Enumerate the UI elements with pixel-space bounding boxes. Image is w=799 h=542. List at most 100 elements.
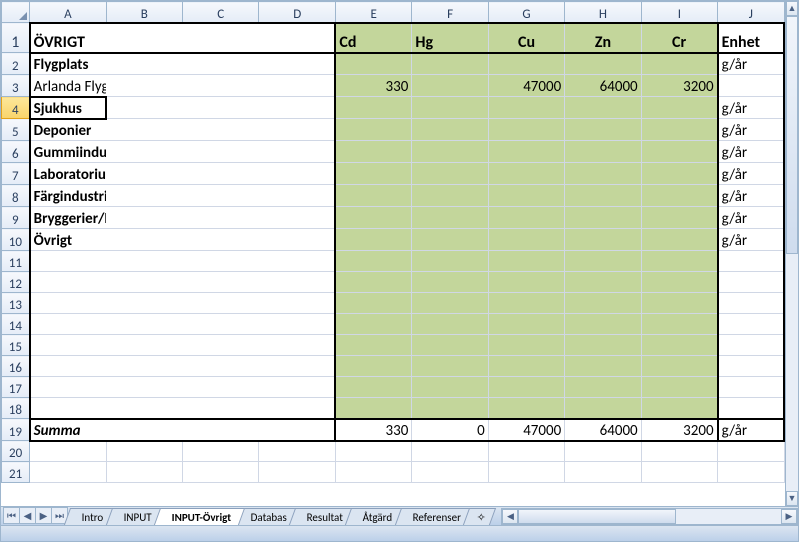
cell-J15[interactable] (718, 335, 784, 356)
new-sheet-button[interactable]: ✧ (463, 508, 496, 525)
cell-E6[interactable] (335, 141, 411, 163)
cell-B6[interactable] (106, 141, 182, 163)
cell-C2[interactable] (183, 53, 259, 75)
cell-B18[interactable] (106, 398, 182, 419)
cell-J9[interactable]: g/år (718, 207, 784, 229)
cell-G20[interactable] (488, 441, 564, 462)
cell-G18[interactable] (488, 398, 564, 419)
cell-F14[interactable] (412, 314, 488, 335)
cell-B15[interactable] (106, 335, 182, 356)
cell-H3[interactable]: 64000 (565, 75, 641, 97)
cell-E16[interactable] (335, 356, 411, 377)
tab-nav-first[interactable]: ⏮ (3, 507, 20, 524)
cell-I18[interactable] (641, 398, 717, 419)
cell-D3[interactable] (259, 75, 335, 97)
cell-F2[interactable] (412, 53, 488, 75)
cell-F9[interactable] (412, 207, 488, 229)
cell-E12[interactable] (335, 272, 411, 293)
colhdr-F[interactable]: F (412, 2, 488, 23)
cell-E21[interactable] (335, 462, 411, 483)
rowhdr-6[interactable]: 6 (2, 141, 30, 163)
cell-C8[interactable] (183, 185, 259, 207)
tab-nav-next[interactable]: ▶ (35, 507, 52, 524)
rowhdr-18[interactable]: 18 (2, 398, 30, 419)
cell-H2[interactable] (565, 53, 641, 75)
cell-C12[interactable] (183, 272, 259, 293)
cell-G11[interactable] (488, 251, 564, 272)
cell-J12[interactable] (718, 272, 784, 293)
cell-A14[interactable] (30, 314, 106, 335)
cell-H15[interactable] (565, 335, 641, 356)
cell-D9[interactable] (259, 207, 335, 229)
rowhdr-16[interactable]: 16 (2, 356, 30, 377)
cell-A10[interactable]: Övrigt (30, 229, 106, 251)
cell-I11[interactable] (641, 251, 717, 272)
cell-B16[interactable] (106, 356, 182, 377)
cell-A4[interactable]: Sjukhus (30, 97, 106, 119)
cell-D4[interactable] (259, 97, 335, 119)
cell-I2[interactable] (641, 53, 717, 75)
cell-J1[interactable]: Enhet (718, 23, 784, 53)
cell-C14[interactable] (183, 314, 259, 335)
cell-F1[interactable]: Hg (412, 23, 488, 53)
cell-G8[interactable] (488, 185, 564, 207)
cell-F15[interactable] (412, 335, 488, 356)
cell-D15[interactable] (259, 335, 335, 356)
cell-C6[interactable] (183, 141, 259, 163)
vertical-scrollbar[interactable]: ▲ ▼ (785, 1, 798, 506)
cell-C19[interactable] (183, 419, 259, 441)
cell-C18[interactable] (183, 398, 259, 419)
colhdr-B[interactable]: B (106, 2, 182, 23)
cell-D16[interactable] (259, 356, 335, 377)
cell-I3[interactable]: 3200 (641, 75, 717, 97)
cell-H5[interactable] (565, 119, 641, 141)
cell-I19[interactable]: 3200 (641, 419, 717, 441)
cell-I14[interactable] (641, 314, 717, 335)
cell-F12[interactable] (412, 272, 488, 293)
scroll-left-button[interactable]: ◀ (502, 509, 518, 524)
cell-G16[interactable] (488, 356, 564, 377)
cell-E10[interactable] (335, 229, 411, 251)
cell-G13[interactable] (488, 293, 564, 314)
cell-H4[interactable] (565, 97, 641, 119)
cell-F3[interactable] (412, 75, 488, 97)
cell-D12[interactable] (259, 272, 335, 293)
cell-G1[interactable]: Cu (488, 23, 564, 53)
cell-E1[interactable]: Cd (335, 23, 411, 53)
cell-J3[interactable] (718, 75, 784, 97)
cell-C16[interactable] (183, 356, 259, 377)
cell-E2[interactable] (335, 53, 411, 75)
cell-B7[interactable] (106, 163, 182, 185)
cell-B4[interactable] (106, 97, 182, 119)
cell-B20[interactable] (106, 441, 182, 462)
cell-B1[interactable] (106, 23, 182, 53)
cell-E8[interactable] (335, 185, 411, 207)
colhdr-H[interactable]: H (565, 2, 641, 23)
cell-F4[interactable] (412, 97, 488, 119)
cell-G9[interactable] (488, 207, 564, 229)
cell-J20[interactable] (718, 441, 784, 462)
rowhdr-17[interactable]: 17 (2, 377, 30, 398)
cell-E7[interactable] (335, 163, 411, 185)
cell-D5[interactable] (259, 119, 335, 141)
cell-H6[interactable] (565, 141, 641, 163)
cell-E15[interactable] (335, 335, 411, 356)
cell-C4[interactable] (183, 97, 259, 119)
rowhdr-13[interactable]: 13 (2, 293, 30, 314)
cell-F8[interactable] (412, 185, 488, 207)
cell-H18[interactable] (565, 398, 641, 419)
rowhdr-2[interactable]: 2 (2, 53, 30, 75)
cell-A8[interactable]: Färgindustri/måleriföretag (30, 185, 106, 207)
cell-A18[interactable] (30, 398, 106, 419)
cell-C17[interactable] (183, 377, 259, 398)
cell-C3[interactable] (183, 75, 259, 97)
cell-J4[interactable]: g/år (718, 97, 784, 119)
cell-J18[interactable] (718, 398, 784, 419)
cell-A1[interactable]: ÖVRIGT (30, 23, 106, 53)
cell-F18[interactable] (412, 398, 488, 419)
cell-D8[interactable] (259, 185, 335, 207)
cell-A3[interactable]: Arlanda Flygplats (30, 75, 106, 97)
cell-E18[interactable] (335, 398, 411, 419)
rowhdr-5[interactable]: 5 (2, 119, 30, 141)
cell-G17[interactable] (488, 377, 564, 398)
